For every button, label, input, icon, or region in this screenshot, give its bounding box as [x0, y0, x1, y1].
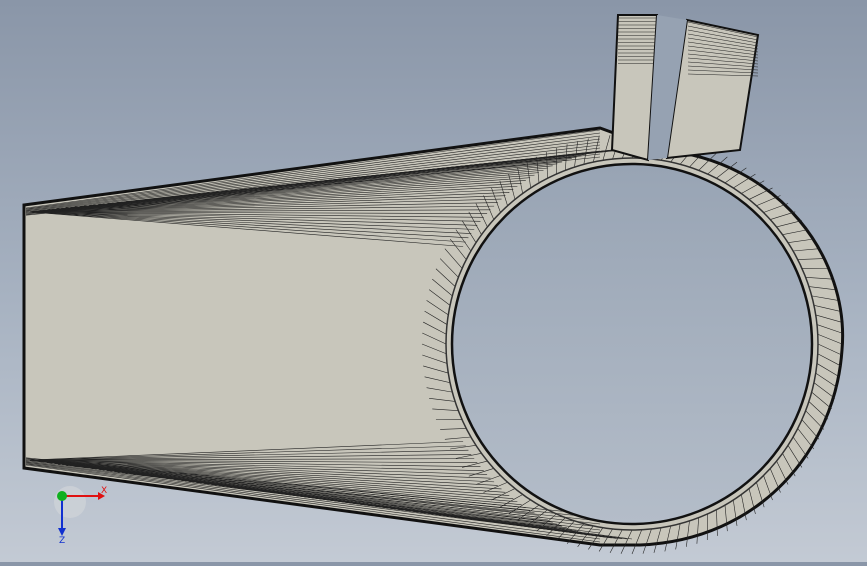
z-arrowhead-icon	[58, 528, 66, 536]
clamp-bore-hole	[452, 164, 812, 524]
y-axis-dot-icon	[57, 491, 67, 501]
graphics-viewport[interactable]: X Z	[0, 0, 867, 562]
clamp-part-model[interactable]	[0, 0, 867, 562]
z-axis-label: Z	[59, 536, 65, 544]
orientation-triad: X Z	[48, 484, 108, 544]
triad-shading-icon	[54, 486, 86, 518]
x-axis-label: X	[101, 486, 107, 496]
